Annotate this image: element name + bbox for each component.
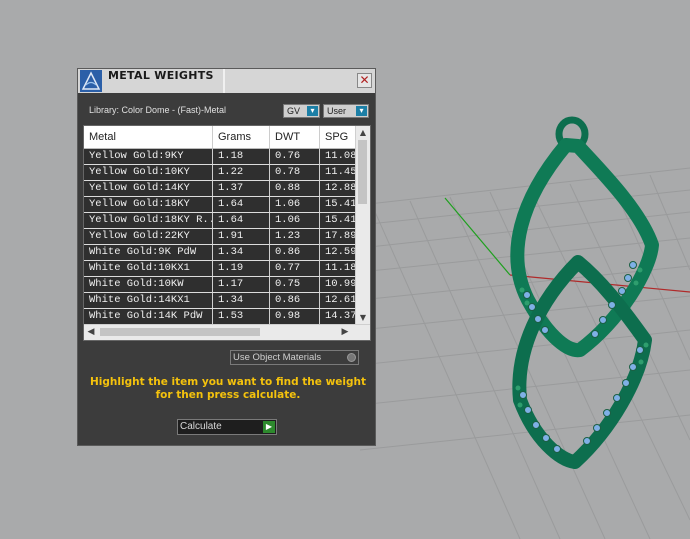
metal-table: Metal Grams DWT SPG Yellow Gold:9KY 1.18 0… bbox=[83, 125, 371, 341]
cell-metal: Yellow Gold:9KY bbox=[84, 149, 213, 164]
cell-metal: White Gold:10KW bbox=[84, 277, 213, 292]
scroll-left-icon[interactable]: ◀ bbox=[86, 327, 96, 337]
cell-grams: 1.34 bbox=[213, 245, 270, 260]
column-header-dwt[interactable]: DWT bbox=[270, 126, 320, 148]
cell-dwt: 1.06 bbox=[270, 197, 320, 212]
cell-metal: Yellow Gold:10KY bbox=[84, 165, 213, 180]
column-header-spg[interactable]: SPG bbox=[320, 126, 356, 148]
cell-grams: 1.17 bbox=[213, 277, 270, 292]
instruction-text: Highlight the item you want to find the … bbox=[90, 376, 366, 401]
cell-dwt: 0.98 bbox=[270, 309, 320, 324]
horizontal-scroll-thumb[interactable] bbox=[100, 328, 260, 336]
unit-select-value: GV bbox=[287, 106, 301, 116]
table-row[interactable]: Yellow Gold:14KY 1.37 0.88 12.88 bbox=[84, 181, 356, 197]
vertical-scroll-thumb[interactable] bbox=[358, 140, 367, 204]
cell-metal: White Gold:14K PdW bbox=[84, 309, 213, 324]
panel-title: METAL WEIGHTS bbox=[108, 69, 214, 82]
title-tab-edge bbox=[223, 69, 225, 93]
cell-spg: 15.41 bbox=[320, 197, 356, 212]
cell-metal: Yellow Gold:22KY bbox=[84, 229, 213, 244]
table-header: Metal Grams DWT SPG bbox=[84, 126, 356, 149]
cell-grams: 1.64 bbox=[213, 197, 270, 212]
cell-grams: 1.18 bbox=[213, 149, 270, 164]
cell-metal: Yellow Gold:14KY bbox=[84, 181, 213, 196]
cell-metal: White Gold:9K PdW bbox=[84, 245, 213, 260]
table-body: Yellow Gold:9KY 1.18 0.76 11.08 Yellow Gold:… bbox=[84, 149, 356, 325]
cell-grams: 1.22 bbox=[213, 165, 270, 180]
cell-spg: 11.08 bbox=[320, 149, 356, 164]
dropdown-arrow-icon[interactable]: ▾ bbox=[356, 106, 367, 116]
vertical-scrollbar[interactable]: ▲ ▼ bbox=[355, 126, 370, 325]
scroll-right-icon[interactable]: ▶ bbox=[340, 327, 350, 337]
table-row[interactable]: Yellow Gold:18KY R... 1.64 1.06 15.41 bbox=[84, 213, 356, 229]
table-row[interactable]: Yellow Gold:22KY 1.91 1.23 17.89 bbox=[84, 229, 356, 245]
cell-grams: 1.91 bbox=[213, 229, 270, 244]
use-object-materials-label: Use Object Materials bbox=[233, 352, 322, 363]
calculate-label: Calculate bbox=[180, 421, 222, 432]
cell-grams: 1.64 bbox=[213, 213, 270, 228]
table-row[interactable]: White Gold:10KW 1.17 0.75 10.99 bbox=[84, 277, 356, 293]
column-header-metal[interactable]: Metal bbox=[84, 126, 213, 148]
play-arrow-icon[interactable]: ▶ bbox=[263, 421, 275, 433]
cell-metal: White Gold:10KX1 bbox=[84, 261, 213, 276]
cell-dwt: 0.77 bbox=[270, 261, 320, 276]
rhino-gold-logo-icon bbox=[80, 70, 102, 92]
cell-spg: 12.59 bbox=[320, 245, 356, 260]
cell-dwt: 1.06 bbox=[270, 213, 320, 228]
cell-dwt: 0.75 bbox=[270, 277, 320, 292]
cell-metal: Yellow Gold:18KY bbox=[84, 197, 213, 212]
source-select-value: User bbox=[327, 106, 347, 116]
scroll-down-icon[interactable]: ▼ bbox=[358, 313, 368, 323]
cell-grams: 1.34 bbox=[213, 293, 270, 308]
cell-spg: 10.99 bbox=[320, 277, 356, 292]
table-row[interactable]: Yellow Gold:18KY 1.64 1.06 15.41 bbox=[84, 197, 356, 213]
table-row[interactable]: White Gold:14KX1 1.34 0.86 12.61 bbox=[84, 293, 356, 309]
unit-select[interactable]: GV ▾ bbox=[283, 104, 320, 118]
cell-spg: 14.37 bbox=[320, 309, 356, 324]
table-row[interactable]: White Gold:14K PdW 1.53 0.98 14.37 bbox=[84, 309, 356, 325]
cell-spg: 11.18 bbox=[320, 261, 356, 276]
metal-weights-panel: METAL WEIGHTS ✕ Library: Color Dome - (F… bbox=[77, 68, 376, 446]
table-row[interactable]: Yellow Gold:9KY 1.18 0.76 11.08 bbox=[84, 149, 356, 165]
panel-titlebar[interactable]: METAL WEIGHTS ✕ bbox=[78, 69, 375, 93]
cell-dwt: 0.76 bbox=[270, 149, 320, 164]
cell-dwt: 1.23 bbox=[270, 229, 320, 244]
cell-grams: 1.19 bbox=[213, 261, 270, 276]
cell-spg: 12.61 bbox=[320, 293, 356, 308]
column-header-grams[interactable]: Grams bbox=[213, 126, 270, 148]
cell-spg: 17.89 bbox=[320, 229, 356, 244]
horizontal-scrollbar[interactable]: ◀ ▶ bbox=[84, 324, 370, 340]
cell-dwt: 0.88 bbox=[270, 181, 320, 196]
library-label: Library: Color Dome - (Fast)-Metal bbox=[89, 105, 227, 115]
cell-dwt: 0.78 bbox=[270, 165, 320, 180]
scroll-up-icon[interactable]: ▲ bbox=[358, 128, 368, 138]
cell-grams: 1.53 bbox=[213, 309, 270, 324]
cell-spg: 12.88 bbox=[320, 181, 356, 196]
use-object-materials-toggle[interactable]: Use Object Materials bbox=[230, 350, 359, 365]
cell-dwt: 0.86 bbox=[270, 293, 320, 308]
cell-spg: 15.41 bbox=[320, 213, 356, 228]
cell-grams: 1.37 bbox=[213, 181, 270, 196]
table-row[interactable]: White Gold:10KX1 1.19 0.77 11.18 bbox=[84, 261, 356, 277]
source-select[interactable]: User ▾ bbox=[323, 104, 369, 118]
dropdown-arrow-icon[interactable]: ▾ bbox=[307, 106, 318, 116]
cell-dwt: 0.86 bbox=[270, 245, 320, 260]
table-row[interactable]: White Gold:9K PdW 1.34 0.86 12.59 bbox=[84, 245, 356, 261]
calculate-button[interactable]: Calculate ▶ bbox=[177, 419, 277, 435]
cell-metal: White Gold:14KX1 bbox=[84, 293, 213, 308]
table-row[interactable]: Yellow Gold:10KY 1.22 0.78 11.45 bbox=[84, 165, 356, 181]
cell-spg: 11.45 bbox=[320, 165, 356, 180]
close-icon[interactable]: ✕ bbox=[357, 73, 372, 88]
radio-icon[interactable] bbox=[347, 353, 356, 362]
cell-metal: Yellow Gold:18KY R... bbox=[84, 213, 213, 228]
